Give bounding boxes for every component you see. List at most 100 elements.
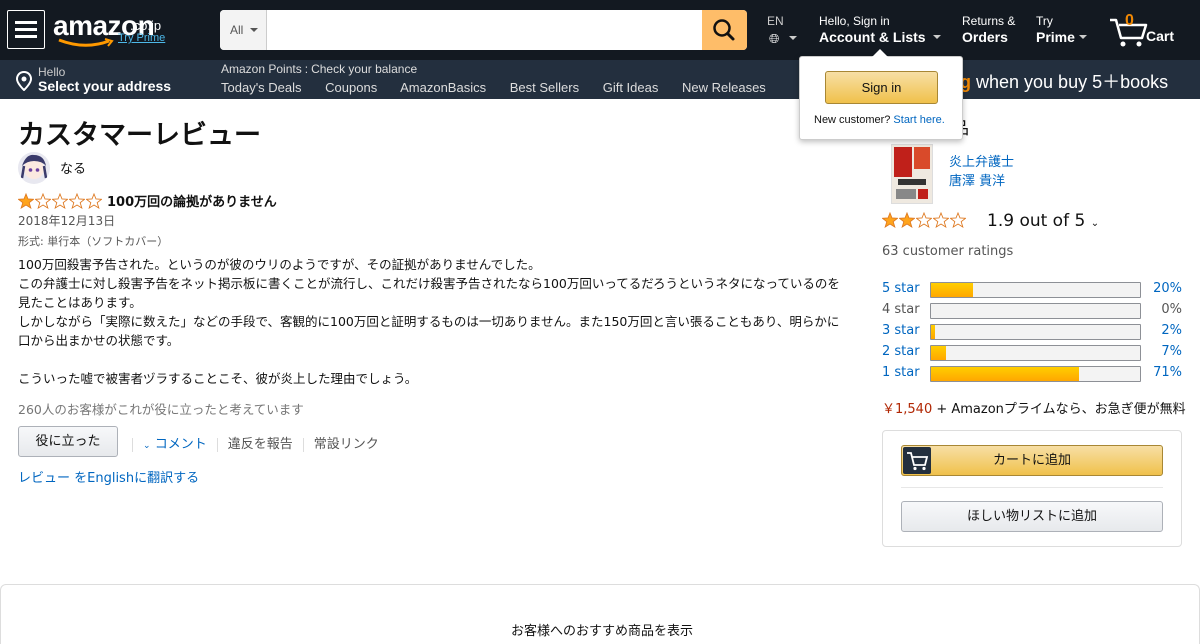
account-lists-menu[interactable]: Hello, Sign in Account & Lists (819, 14, 941, 45)
try-prime-link[interactable]: Try Prime (118, 32, 165, 44)
signin-button[interactable]: Sign in (825, 71, 938, 104)
sub-nav-link-coupons[interactable]: Coupons (325, 80, 377, 95)
sub-nav-link-todays-deals[interactable]: Today's Deals (221, 80, 302, 95)
add-to-cart-button[interactable]: カートに追加 (901, 445, 1163, 476)
search-bar: All (220, 10, 747, 50)
promo-text: when you buy 5＋books (971, 72, 1169, 92)
points-value: Check your balance (311, 62, 418, 76)
sub-nav-link-new-releases[interactable]: New Releases (682, 80, 766, 95)
returns-label: Returns & (962, 14, 1016, 28)
buy-box: カートに追加 ほしい物リストに追加 (882, 430, 1182, 547)
histogram-percent: 20% (1153, 281, 1182, 296)
translate-link[interactable]: レビュー をEnglishに翻訳する (18, 467, 199, 486)
address-greeting: Hello (38, 65, 66, 79)
histogram-bar-fill (931, 367, 1080, 381)
location-pin-icon (15, 71, 33, 91)
comment-link[interactable]: ⌄ コメント (143, 437, 207, 452)
recommendations-panel: お客様へのおすすめ商品を表示 (0, 584, 1200, 644)
account-greeting: Hello, Sign in (819, 14, 890, 28)
chevron-down-icon: ⌄ (143, 441, 151, 451)
star-icon (899, 212, 915, 228)
histogram-bar-fill (931, 283, 973, 297)
histogram-row[interactable]: 3 star 2% (882, 323, 1182, 340)
histogram-percent: 0% (1161, 302, 1182, 317)
star-icon (69, 193, 85, 209)
histogram-label: 4 star (882, 302, 920, 317)
star-icon (35, 193, 51, 209)
signin-flyout: Sign in New customer? Start here. (799, 49, 963, 140)
report-abuse-link[interactable]: 違反を報告 (228, 437, 293, 452)
histogram-row[interactable]: 1 star 71% (882, 365, 1182, 382)
cart-label: Cart (1146, 28, 1175, 44)
ratings-count: 63 customer ratings (882, 244, 1014, 259)
search-icon (713, 19, 735, 41)
book-cover-image[interactable] (891, 144, 933, 204)
book-title-link[interactable]: 炎上弁護士 (949, 151, 1014, 170)
review-paragraph: この弁護士に対し殺害予告をネット掲示板に書くことが流行し、これだけ殺害予告された… (18, 276, 840, 310)
caret-down-icon (1079, 35, 1087, 39)
histogram-percent: 2% (1161, 323, 1182, 338)
smile-icon (58, 38, 114, 47)
star-icon (52, 193, 68, 209)
start-here-link[interactable]: Start here. (893, 114, 944, 126)
book-cover-art (892, 145, 932, 203)
promo-banner[interactable]: g when you buy 5＋books (960, 68, 1168, 94)
search-button[interactable] (702, 10, 747, 50)
address-label: Select your address (38, 78, 172, 94)
average-rating[interactable]: 1.9 out of 5 ⌄ (987, 211, 1099, 231)
histogram-row[interactable]: 2 star 7% (882, 344, 1182, 361)
histogram-label: 2 star (882, 344, 920, 359)
review-date: 2018年12月13日 (18, 214, 116, 228)
page-title: カスタマーレビュー (18, 120, 261, 151)
star-icon (916, 212, 932, 228)
menu-icon[interactable] (7, 10, 45, 49)
reviewer-avatar-icon (20, 154, 48, 179)
histogram-percent: 71% (1153, 365, 1182, 380)
avatar[interactable] (18, 152, 50, 184)
histogram-bar (930, 324, 1141, 340)
histogram-bar (930, 366, 1141, 382)
histogram-percent: 7% (1161, 344, 1182, 359)
sub-nav-link-gift-ideas[interactable]: Gift Ideas (603, 80, 659, 95)
new-customer-line: New customer? Start here. (814, 114, 945, 126)
permalink-link[interactable]: 常設リンク (314, 437, 379, 452)
search-department-select[interactable]: All (220, 10, 267, 50)
histogram-bar-fill (931, 346, 946, 360)
review-title[interactable]: 100万回の論拠がありません (107, 191, 277, 210)
star-icon (18, 193, 34, 209)
histogram-bar-fill (931, 325, 936, 339)
cart-count: 0 (1125, 12, 1134, 29)
histogram-row[interactable]: 5 star 20% (882, 281, 1182, 298)
divider (901, 487, 1163, 488)
sub-nav-link-amazonbasics[interactable]: AmazonBasics (400, 80, 486, 95)
comment-label: コメント (154, 437, 207, 452)
review-star-rating (18, 193, 103, 209)
try-prime-menu[interactable]: Try Prime (1036, 14, 1087, 45)
histogram-bar (930, 345, 1141, 361)
histogram-row: 4 star 0% (882, 302, 1182, 319)
reviewer-name[interactable]: なる (60, 158, 86, 177)
sub-nav-link-best-sellers[interactable]: Best Sellers (510, 80, 579, 95)
review-paragraph: こういった嘘で被害者ヅラすることこそ、彼が炎上した理由でしょう。 (18, 371, 418, 386)
sub-nav-bar: Hello Select your address Amazon Points:… (0, 60, 1200, 99)
caret-down-icon (250, 28, 258, 32)
histogram-label: 5 star (882, 281, 920, 296)
book-author-link[interactable]: 唐澤 貴洋 (949, 170, 1005, 189)
caret-down-icon (933, 35, 941, 39)
average-star-rating[interactable] (882, 212, 967, 228)
points-label: Amazon Points (221, 62, 302, 76)
returns-orders-link[interactable]: Returns & Orders (962, 14, 1015, 45)
prime-try-label: Try (1036, 14, 1053, 28)
review-paragraph (18, 350, 848, 369)
language-selector[interactable]: EN 🌐︎ (767, 14, 797, 46)
amazon-points-link[interactable]: Amazon Points: Check your balance (221, 62, 417, 76)
review-format: 形式: 単行本（ソフトカバー） (18, 235, 169, 248)
star-icon (933, 212, 949, 228)
search-input[interactable] (267, 10, 702, 50)
star-icon (882, 212, 898, 228)
add-to-wishlist-button[interactable]: ほしい物リストに追加 (901, 501, 1163, 532)
helpful-button[interactable]: 役に立った (18, 426, 118, 457)
caret-down-icon (789, 36, 797, 40)
cart-link[interactable]: 0 Cart (1108, 10, 1178, 50)
amazon-logo[interactable]: amazon .co.jp Try Prime (53, 8, 188, 48)
